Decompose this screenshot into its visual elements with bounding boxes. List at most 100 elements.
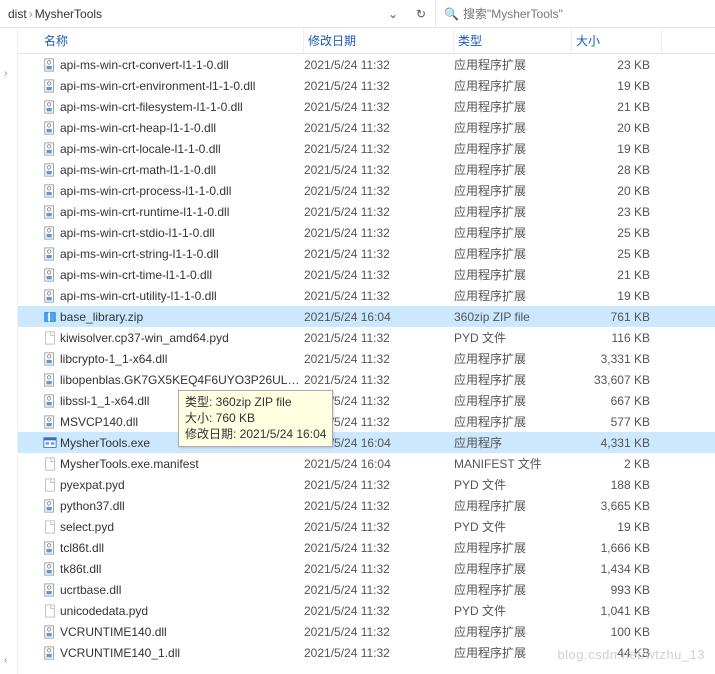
file-row[interactable]: api-ms-win-crt-convert-l1-1-0.dll2021/5/… [18, 54, 715, 75]
file-row[interactable]: tcl86t.dll2021/5/24 11:32应用程序扩展1,666 KB [18, 537, 715, 558]
file-size: 3,331 KB [572, 352, 662, 366]
file-date: 2021/5/24 16:04 [304, 310, 454, 324]
file-type: PYD 文件 [454, 518, 572, 535]
file-row[interactable]: pyexpat.pyd2021/5/24 11:32PYD 文件188 KB [18, 474, 715, 495]
exe-icon [40, 436, 60, 450]
file-date: 2021/5/24 11:32 [304, 604, 454, 618]
file-name: tcl86t.dll [60, 541, 304, 555]
file-row[interactable]: api-ms-win-crt-math-l1-1-0.dll2021/5/24 … [18, 159, 715, 180]
file-row[interactable]: ucrtbase.dll2021/5/24 11:32应用程序扩展993 KB [18, 579, 715, 600]
nav-tree-strip: › ‹ [0, 28, 18, 674]
file-row[interactable]: api-ms-win-crt-filesystem-l1-1-0.dll2021… [18, 96, 715, 117]
column-size[interactable]: 大小 [572, 28, 662, 53]
file-date: 2021/5/24 11:32 [304, 163, 454, 177]
file-row[interactable]: api-ms-win-crt-runtime-l1-1-0.dll2021/5/… [18, 201, 715, 222]
file-date: 2021/5/24 11:32 [304, 205, 454, 219]
file-type: 应用程序扩展 [454, 539, 572, 556]
file-name: api-ms-win-crt-process-l1-1-0.dll [60, 184, 304, 198]
file-type: 应用程序扩展 [454, 560, 572, 577]
file-date: 2021/5/24 11:32 [304, 142, 454, 156]
file-row[interactable]: unicodedata.pyd2021/5/24 11:32PYD 文件1,04… [18, 600, 715, 621]
column-date[interactable]: 修改日期 [304, 28, 454, 53]
file-row[interactable]: api-ms-win-crt-process-l1-1-0.dll2021/5/… [18, 180, 715, 201]
file-name: api-ms-win-crt-heap-l1-1-0.dll [60, 121, 304, 135]
file-date: 2021/5/24 11:32 [304, 331, 454, 345]
file-size: 44 KB [572, 646, 662, 660]
dll-icon [40, 121, 60, 135]
file-size: 21 KB [572, 100, 662, 114]
file-type: 应用程序扩展 [454, 266, 572, 283]
file-type: 应用程序扩展 [454, 140, 572, 157]
search-box[interactable]: 🔍 搜索"MysherTools" [435, 0, 715, 27]
file-type: 应用程序扩展 [454, 98, 572, 115]
dll-icon [40, 205, 60, 219]
file-type: 应用程序扩展 [454, 413, 572, 430]
file-size: 20 KB [572, 121, 662, 135]
file-size: 993 KB [572, 583, 662, 597]
file-row[interactable]: kiwisolver.cp37-win_amd64.pyd2021/5/24 1… [18, 327, 715, 348]
chevron-left-icon[interactable]: ‹ [4, 655, 7, 666]
file-name: unicodedata.pyd [60, 604, 304, 618]
tooltip-type: 类型: 360zip ZIP file [185, 394, 326, 410]
column-type[interactable]: 类型 [454, 28, 572, 53]
file-icon [40, 604, 60, 618]
dll-icon [40, 289, 60, 303]
file-row[interactable]: libopenblas.GK7GX5KEQ4F6UYO3P26ULGBQYHGQ… [18, 369, 715, 390]
file-size: 116 KB [572, 331, 662, 345]
file-row[interactable]: MysherTools.exe2021/5/24 16:04应用程序4,331 … [18, 432, 715, 453]
dll-icon [40, 583, 60, 597]
chevron-right-icon: › [27, 7, 35, 21]
file-row[interactable]: VCRUNTIME140.dll2021/5/24 11:32应用程序扩展100… [18, 621, 715, 642]
file-name: kiwisolver.cp37-win_amd64.pyd [60, 331, 304, 345]
file-row[interactable]: select.pyd2021/5/24 11:32PYD 文件19 KB [18, 516, 715, 537]
breadcrumb-current[interactable]: MysherTools [35, 7, 102, 21]
file-row[interactable]: api-ms-win-crt-time-l1-1-0.dll2021/5/24 … [18, 264, 715, 285]
refresh-button[interactable]: ↻ [407, 0, 435, 27]
dll-icon [40, 79, 60, 93]
breadcrumb-parent[interactable]: dist [8, 7, 27, 21]
file-type: 应用程序扩展 [454, 497, 572, 514]
file-type: 应用程序扩展 [454, 623, 572, 640]
file-row[interactable]: api-ms-win-crt-environment-l1-1-0.dll202… [18, 75, 715, 96]
dll-icon [40, 142, 60, 156]
file-size: 25 KB [572, 247, 662, 261]
breadcrumb-dropdown[interactable]: ⌄ [379, 0, 407, 27]
file-date: 2021/5/24 11:32 [304, 541, 454, 555]
dll-icon [40, 184, 60, 198]
breadcrumb[interactable]: dist › MysherTools [0, 0, 110, 27]
file-row[interactable]: api-ms-win-crt-stdio-l1-1-0.dll2021/5/24… [18, 222, 715, 243]
dll-icon [40, 100, 60, 114]
column-name[interactable]: 名称 [40, 28, 304, 53]
file-row[interactable]: base_library.zip2021/5/24 16:04360zip ZI… [18, 306, 715, 327]
file-type: 应用程序扩展 [454, 644, 572, 661]
file-row[interactable]: tk86t.dll2021/5/24 11:32应用程序扩展1,434 KB [18, 558, 715, 579]
dll-icon [40, 163, 60, 177]
file-date: 2021/5/24 11:32 [304, 268, 454, 282]
file-list: 名称 修改日期 类型 大小 api-ms-win-crt-convert-l1-… [18, 28, 715, 674]
file-row[interactable]: api-ms-win-crt-utility-l1-1-0.dll2021/5/… [18, 285, 715, 306]
file-size: 577 KB [572, 415, 662, 429]
dll-icon [40, 499, 60, 513]
file-row[interactable]: MSVCP140.dll2021/5/24 11:32应用程序扩展577 KB [18, 411, 715, 432]
file-size: 28 KB [572, 163, 662, 177]
file-date: 2021/5/24 11:32 [304, 289, 454, 303]
file-row[interactable]: python37.dll2021/5/24 11:32应用程序扩展3,665 K… [18, 495, 715, 516]
file-size: 19 KB [572, 520, 662, 534]
file-name: api-ms-win-crt-utility-l1-1-0.dll [60, 289, 304, 303]
file-row[interactable]: MysherTools.exe.manifest2021/5/24 16:04M… [18, 453, 715, 474]
file-row[interactable]: libcrypto-1_1-x64.dll2021/5/24 11:32应用程序… [18, 348, 715, 369]
file-date: 2021/5/24 11:32 [304, 373, 454, 387]
file-type: MANIFEST 文件 [454, 455, 572, 472]
file-name: api-ms-win-crt-environment-l1-1-0.dll [60, 79, 304, 93]
file-row[interactable]: api-ms-win-crt-string-l1-1-0.dll2021/5/2… [18, 243, 715, 264]
file-row[interactable]: api-ms-win-crt-heap-l1-1-0.dll2021/5/24 … [18, 117, 715, 138]
file-date: 2021/5/24 11:32 [304, 121, 454, 135]
file-name: select.pyd [60, 520, 304, 534]
file-size: 19 KB [572, 142, 662, 156]
file-type: 应用程序扩展 [454, 119, 572, 136]
file-date: 2021/5/24 11:32 [304, 499, 454, 513]
file-row[interactable]: VCRUNTIME140_1.dll2021/5/24 11:32应用程序扩展4… [18, 642, 715, 663]
chevron-right-icon[interactable]: › [4, 68, 7, 79]
file-row[interactable]: api-ms-win-crt-locale-l1-1-0.dll2021/5/2… [18, 138, 715, 159]
file-row[interactable]: libssl-1_1-x64.dll2021/5/24 11:32应用程序扩展6… [18, 390, 715, 411]
